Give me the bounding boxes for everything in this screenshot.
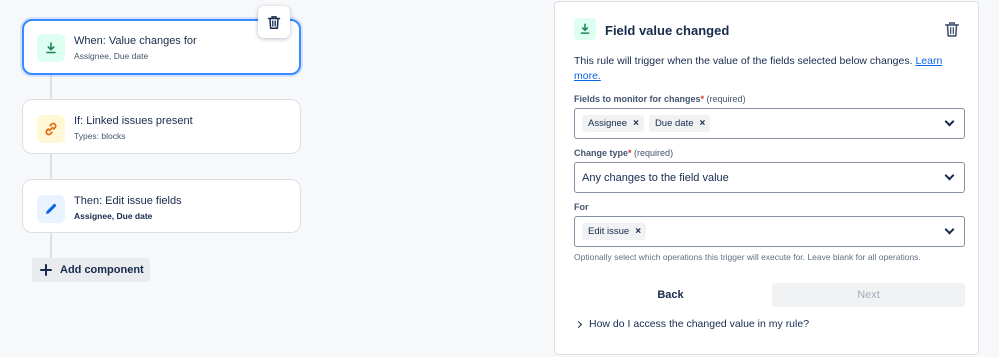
remove-tag-icon[interactable]: ×	[633, 118, 639, 129]
flow-connector	[50, 232, 52, 258]
action-card[interactable]: Then: Edit issue fields Assignee, Due da…	[22, 179, 301, 233]
condition-card[interactable]: If: Linked issues present Types: blocks	[22, 99, 301, 154]
back-button[interactable]: Back	[574, 283, 767, 307]
remove-tag-icon[interactable]: ×	[635, 226, 641, 237]
for-label: For	[574, 202, 589, 212]
required-text: (required)	[706, 94, 746, 104]
tag-label: Assignee	[588, 118, 628, 129]
remove-tag-icon[interactable]: ×	[700, 118, 706, 129]
required-mark: *	[628, 148, 632, 158]
required-mark: *	[700, 94, 705, 104]
trigger-subtitle: Assignee, Due date	[74, 51, 149, 61]
trigger-download-icon	[37, 34, 65, 62]
field-tag: Assignee ×	[582, 115, 644, 132]
changed-value-help-expander[interactable]: How do I access the changed value in my …	[574, 318, 810, 330]
action-subtitle: Assignee, Due date	[74, 211, 153, 221]
action-title: Then: Edit issue fields	[74, 195, 182, 207]
change-type-label: Change type* (required)	[574, 148, 673, 158]
description-text: This rule will trigger when the value of…	[574, 55, 913, 67]
chevron-down-icon[interactable]	[944, 170, 955, 181]
link-icon	[37, 115, 65, 143]
condition-title: If: Linked issues present	[74, 115, 193, 127]
next-button[interactable]: Next	[772, 283, 965, 307]
for-label-text: For	[574, 202, 589, 212]
required-text: (required)	[634, 148, 674, 158]
tag-label: Edit issue	[588, 226, 630, 237]
add-component-label: Add component	[60, 264, 144, 276]
chevron-down-icon[interactable]	[944, 224, 955, 235]
panel-title: Field value changed	[605, 23, 730, 38]
panel-description: This rule will trigger when the value of…	[574, 54, 966, 84]
for-helper-text: Optionally select which operations this …	[574, 252, 921, 262]
expander-label: How do I access the changed value in my …	[589, 318, 810, 330]
change-type-select[interactable]: Any changes to the field value	[574, 162, 965, 193]
add-component-button[interactable]: Add component	[32, 258, 150, 282]
condition-subtitle: Types: blocks	[74, 131, 126, 141]
plus-icon	[40, 264, 52, 276]
operation-tag: Edit issue ×	[582, 223, 647, 240]
fields-label-text: Fields to monitor for changes	[574, 94, 701, 104]
pencil-icon	[37, 195, 65, 223]
chevron-right-icon	[574, 320, 583, 328]
change-type-value: Any changes to the field value	[582, 171, 729, 184]
chevron-down-icon[interactable]	[944, 116, 955, 127]
trash-icon	[944, 21, 960, 37]
flow-connector	[50, 153, 52, 180]
field-tag: Due date ×	[648, 115, 711, 132]
flow-connector	[50, 75, 52, 100]
fields-label: Fields to monitor for changes* (required…	[574, 94, 746, 104]
delete-component-button[interactable]	[258, 6, 290, 38]
trigger-title: When: Value changes for	[74, 35, 197, 47]
for-select[interactable]: Edit issue ×	[574, 216, 965, 247]
fields-select[interactable]: Assignee × Due date ×	[574, 108, 965, 139]
trigger-download-icon	[574, 18, 596, 40]
change-type-label-text: Change type	[574, 148, 629, 158]
trigger-config-panel: Field value changed This rule will trigg…	[554, 1, 979, 355]
trash-icon	[267, 15, 281, 29]
delete-trigger-button[interactable]	[941, 18, 963, 40]
tag-label: Due date	[654, 118, 694, 129]
